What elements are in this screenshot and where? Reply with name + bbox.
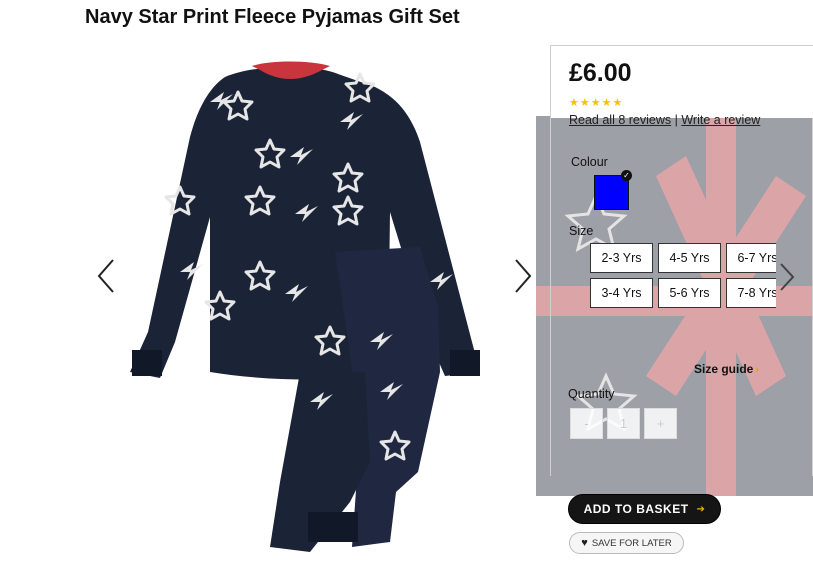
rating-stars: ★★★★★ xyxy=(569,97,624,109)
size-scroll-next-button[interactable] xyxy=(778,262,796,292)
chevron-right-icon xyxy=(515,259,532,293)
chevron-right-icon xyxy=(780,263,795,291)
chevron-left-icon xyxy=(97,259,114,293)
size-guide-link[interactable]: Size guide › xyxy=(694,362,759,376)
reviews-separator: | xyxy=(674,113,678,127)
quantity-decrease-button[interactable]: - xyxy=(570,408,603,439)
arrow-right-icon: ➔ xyxy=(696,503,706,515)
add-to-basket-button[interactable]: ADD TO BASKET ➔ xyxy=(568,494,721,524)
size-options: 2-3 Yrs 4-5 Yrs 6-7 Yrs 3-4 Yrs 5-6 Yrs … xyxy=(590,243,776,310)
chevron-right-icon: › xyxy=(755,364,760,376)
check-icon: ✓ xyxy=(621,170,632,181)
write-review-link[interactable]: Write a review xyxy=(681,113,760,127)
size-guide-label: Size guide xyxy=(694,362,754,376)
read-reviews-link[interactable]: Read all 8 reviews xyxy=(569,113,671,127)
carousel-next-button[interactable] xyxy=(513,258,533,294)
price: £6.00 xyxy=(569,59,632,87)
colour-label: Colour xyxy=(571,155,608,169)
size-option-7-8[interactable]: 7-8 Yrs xyxy=(726,278,776,308)
product-image xyxy=(120,42,500,557)
reviews-links: Read all 8 reviews | Write a review xyxy=(569,113,760,127)
size-option-2-3[interactable]: 2-3 Yrs xyxy=(590,243,653,273)
size-option-6-7[interactable]: 6-7 Yrs xyxy=(726,243,776,273)
carousel-prev-button[interactable] xyxy=(96,258,116,294)
quantity-label: Quantity xyxy=(568,387,615,401)
size-label: Size xyxy=(569,224,594,238)
size-option-5-6[interactable]: 5-6 Yrs xyxy=(658,278,721,308)
save-for-later-button[interactable]: ♥ SAVE FOR LATER xyxy=(569,532,684,554)
quantity-input[interactable]: 1 xyxy=(607,408,640,439)
add-to-basket-label: ADD TO BASKET xyxy=(583,502,689,516)
heart-icon: ♥ xyxy=(581,537,588,549)
quantity-increase-button[interactable]: + xyxy=(644,408,677,439)
page-title: Navy Star Print Fleece Pyjamas Gift Set xyxy=(85,6,460,28)
size-option-3-4[interactable]: 3-4 Yrs xyxy=(590,278,653,308)
size-option-4-5[interactable]: 4-5 Yrs xyxy=(658,243,721,273)
save-for-later-label: SAVE FOR LATER xyxy=(591,537,672,549)
